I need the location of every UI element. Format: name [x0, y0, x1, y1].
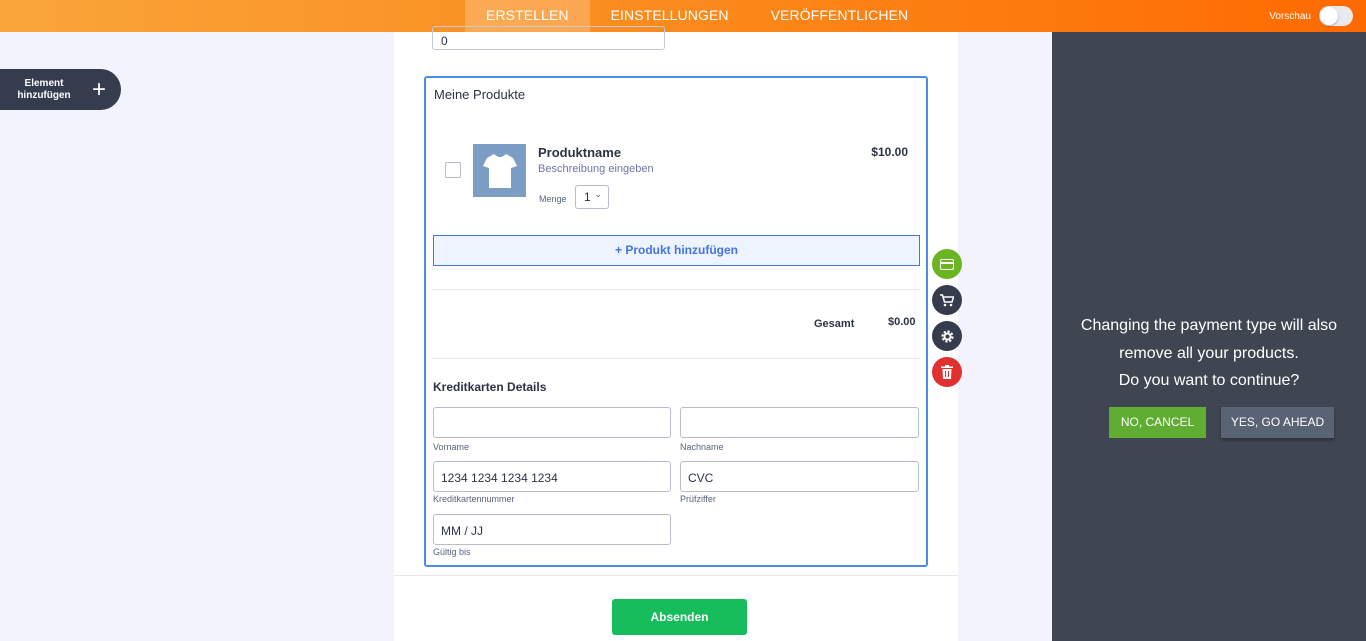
first-name-label: Vorname — [433, 442, 470, 452]
preview-label: Vorschau — [1269, 10, 1311, 22]
confirm-message-line2: remove all your products. — [1119, 344, 1299, 362]
first-name-field[interactable] — [433, 407, 671, 438]
confirm-message: Changing the payment type will also remo… — [1052, 312, 1366, 395]
cancel-button[interactable]: NO, CANCEL — [1109, 407, 1206, 438]
products-title: Meine Produkte — [434, 87, 526, 102]
product-name: Produktname — [538, 145, 622, 160]
total-label: Gesamt — [814, 318, 855, 330]
add-element-button[interactable]: Element hinzufügen + — [0, 69, 121, 110]
product-checkbox[interactable] — [445, 162, 461, 178]
expiry-field[interactable]: MM / JJ — [433, 514, 671, 545]
last-name-field[interactable] — [680, 407, 919, 438]
toggle-knob — [1320, 7, 1338, 25]
quantity-select[interactable]: 1 ⌄ — [575, 185, 609, 209]
card-number-field[interactable]: 1234 1234 1234 1234 — [433, 461, 671, 492]
total-value: $0.00 — [888, 316, 916, 328]
last-name-label: Nachname — [680, 442, 724, 452]
cart-icon[interactable] — [932, 285, 962, 315]
tab-veroeffentlichen[interactable]: VERÖFFENTLICHEN — [750, 0, 930, 32]
divider — [432, 289, 920, 290]
credit-card-title: Kreditkarten Details — [433, 380, 547, 394]
payment-icon[interactable] — [932, 249, 962, 279]
confirm-message-line3: Do you want to continue? — [1118, 372, 1300, 389]
submit-button[interactable]: Absenden — [612, 599, 747, 635]
add-product-button[interactable]: + Produkt hinzufügen — [433, 235, 920, 266]
cvc-label: Prüfziffer — [680, 494, 716, 504]
form-canvas: 0 Meine Produkte Produktname Beschreibun… — [394, 26, 958, 641]
chevron-down-icon: ⌄ — [594, 189, 602, 199]
plus-icon: + — [92, 75, 107, 103]
divider — [432, 358, 920, 359]
confirm-message-line1: Changing the payment type will also — [1080, 317, 1338, 334]
quantity-value: 1 — [584, 190, 591, 204]
product-price: $10.00 — [871, 145, 908, 159]
add-element-label: Element hinzufügen — [0, 78, 88, 102]
add-element-label-line1: Element — [24, 77, 64, 89]
top-navigation-bar: ERSTELLEN EINSTELLUNGEN VERÖFFENTLICHEN … — [0, 0, 1366, 32]
confirm-button[interactable]: YES, GO AHEAD — [1221, 407, 1334, 438]
product-description: Beschreibung eingeben — [538, 163, 654, 175]
card-number-label: Kreditkartennummer — [433, 494, 515, 504]
number-input[interactable]: 0 — [432, 26, 665, 50]
payment-product-list[interactable]: Meine Produkte Produktname Beschreibung … — [424, 76, 928, 567]
preview-toggle-group: Vorschau — [1269, 6, 1353, 26]
section-divider — [394, 575, 958, 576]
quantity-label: Menge — [539, 194, 567, 204]
add-element-label-line2: hinzufügen — [17, 89, 71, 101]
expiry-label: Gültig bis — [433, 547, 471, 557]
cvc-field[interactable]: CVC — [680, 461, 919, 492]
preview-toggle[interactable] — [1319, 6, 1353, 26]
trash-icon[interactable] — [932, 357, 962, 387]
gear-icon[interactable] — [932, 321, 962, 351]
tshirt-icon — [473, 144, 526, 197]
payment-settings-panel: Changing the payment type will also remo… — [1052, 32, 1366, 641]
